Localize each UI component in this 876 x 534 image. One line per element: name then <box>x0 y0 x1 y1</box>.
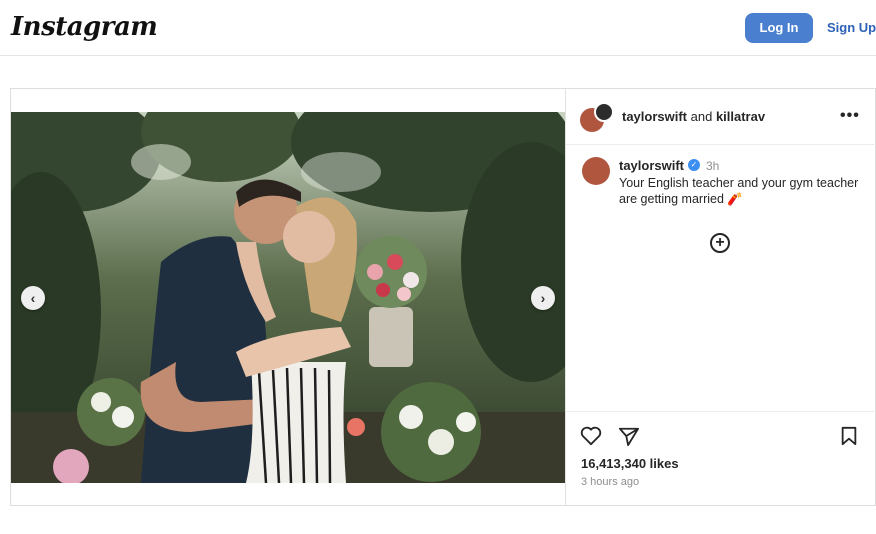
login-button[interactable]: Log In <box>745 13 813 43</box>
instagram-logo[interactable]: Instagram <box>11 12 158 42</box>
add-circle-icon[interactable]: + <box>710 233 730 253</box>
collaborator-avatar[interactable] <box>594 102 614 122</box>
post-photo[interactable]: ‹ › <box>11 112 565 483</box>
likes-count[interactable]: 16,413,340 likes <box>581 456 679 471</box>
bookmark-icon[interactable] <box>840 426 858 446</box>
post-card: ‹ › taylorswift and killatrav ••• taylor… <box>10 88 876 506</box>
top-bar: Instagram Log In Sign Up <box>0 0 876 56</box>
caption-time: 3h <box>706 159 720 173</box>
post-timestamp: 3 hours ago <box>581 476 640 488</box>
collaborator-username[interactable]: killatrav <box>716 109 765 124</box>
chevron-right-icon: › <box>540 290 546 306</box>
caption-text: Your English teacher and your gym teache… <box>619 176 859 206</box>
previous-photo-button[interactable]: ‹ <box>21 286 45 310</box>
authors-joiner: and <box>687 109 716 124</box>
signup-link[interactable]: Sign Up <box>827 13 876 43</box>
more-options-icon[interactable]: ••• <box>840 107 860 125</box>
post-header: taylorswift and killatrav ••• <box>566 89 876 145</box>
post-sidebar: taylorswift and killatrav ••• taylorswif… <box>565 89 876 505</box>
paper-plane-icon[interactable] <box>618 426 640 446</box>
post-authors: taylorswift and killatrav <box>622 109 765 124</box>
caption-username[interactable]: taylorswift <box>619 158 684 173</box>
post-actions: 16,413,340 likes 3 hours ago <box>566 411 876 505</box>
heart-icon[interactable] <box>580 426 602 446</box>
chevron-left-icon: ‹ <box>30 290 36 306</box>
author-username[interactable]: taylorswift <box>622 109 687 124</box>
photo-illustration <box>11 112 565 483</box>
caption-avatar[interactable] <box>582 157 610 185</box>
next-photo-button[interactable]: › <box>531 286 555 310</box>
verified-badge-icon: ✓ <box>688 159 700 171</box>
